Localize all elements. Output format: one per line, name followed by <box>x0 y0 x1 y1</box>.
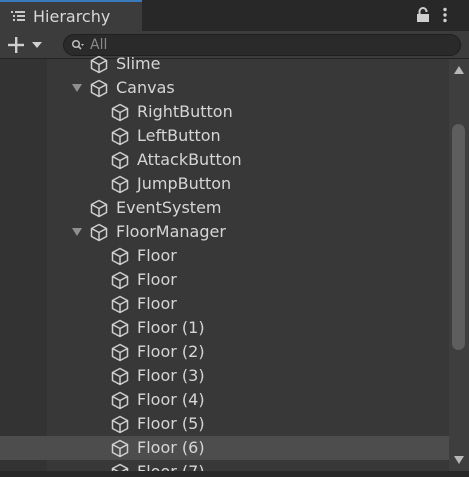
tree-item-label: EventSystem <box>116 198 222 217</box>
tree-item-label: Floor (6) <box>137 438 205 457</box>
tree-item-leftbutton[interactable]: LeftButton <box>0 124 449 148</box>
gameobject-cube-icon <box>90 55 108 74</box>
tree-item-floor-5[interactable]: Floor (5) <box>0 412 449 436</box>
tree-item-label: AttackButton <box>137 150 242 169</box>
scroll-down-arrow-icon[interactable] <box>454 456 464 464</box>
tree-item-label: RightButton <box>137 102 233 121</box>
tree-item-label: Canvas <box>116 78 175 97</box>
tree-item-rightbutton[interactable]: RightButton <box>0 100 449 124</box>
tree-item-label: Floor <box>137 270 177 289</box>
gameobject-cube-icon <box>111 463 129 471</box>
tree-item-floor-2[interactable]: Floor (2) <box>0 340 449 364</box>
tree-item-jumpbutton[interactable]: JumpButton <box>0 172 449 196</box>
hierarchy-tree: Slime Canvas RightButton LeftButton Atta… <box>0 52 449 471</box>
tree-item-label: Floor (5) <box>137 414 205 433</box>
gameobject-cube-icon <box>111 127 129 146</box>
tree-item-floor[interactable]: Floor <box>0 268 449 292</box>
gameobject-cube-icon <box>111 319 129 338</box>
tab-hierarchy[interactable]: Hierarchy <box>0 0 142 31</box>
lock-icon[interactable] <box>416 7 430 23</box>
gameobject-cube-icon <box>111 151 129 170</box>
hierarchy-window: Hierarchy All Slime Canvas RightButton L… <box>0 0 469 477</box>
gameobject-cube-icon <box>90 199 108 218</box>
expand-arrow-icon[interactable] <box>72 83 82 93</box>
gameobject-cube-icon <box>111 343 129 362</box>
tree-item-floor[interactable]: Floor <box>0 292 449 316</box>
tree-item-floormanager[interactable]: FloorManager <box>0 220 449 244</box>
tree-item-slime[interactable]: Slime <box>0 52 449 76</box>
tree-item-attackbutton[interactable]: AttackButton <box>0 148 449 172</box>
scroll-up-arrow-icon[interactable] <box>454 66 464 74</box>
tree-item-floor-7[interactable]: Floor (7) <box>0 460 449 471</box>
gameobject-cube-icon <box>90 223 108 242</box>
gameobject-cube-icon <box>111 439 129 458</box>
tree-item-label: Floor (3) <box>137 366 205 385</box>
tree-item-floor-1[interactable]: Floor (1) <box>0 316 449 340</box>
tree-item-label: Floor <box>137 294 177 313</box>
gameobject-cube-icon <box>111 415 129 434</box>
gameobject-cube-icon <box>111 271 129 290</box>
tree-item-label: LeftButton <box>137 126 221 145</box>
chevron-down-icon <box>32 42 42 48</box>
tree-item-eventsystem[interactable]: EventSystem <box>0 196 449 220</box>
tree-item-label: Floor (1) <box>137 318 205 337</box>
scrollbar-thumb[interactable] <box>452 124 465 350</box>
tree-item-label: FloorManager <box>116 222 226 241</box>
gameobject-cube-icon <box>111 175 129 194</box>
tree-item-label: Floor (7) <box>137 462 205 471</box>
tree-item-canvas[interactable]: Canvas <box>0 76 449 100</box>
vertical-scrollbar[interactable] <box>449 59 469 471</box>
tree-item-floor-4[interactable]: Floor (4) <box>0 388 449 412</box>
tab-bar: Hierarchy <box>0 0 469 31</box>
expand-arrow-icon[interactable] <box>72 227 82 237</box>
gameobject-cube-icon <box>111 295 129 314</box>
gameobject-cube-icon <box>111 391 129 410</box>
gameobject-cube-icon <box>111 367 129 386</box>
tree-item-floor-6[interactable]: Floor (6) <box>0 436 449 460</box>
window-bottom-edge <box>0 471 469 477</box>
gameobject-cube-icon <box>111 247 129 266</box>
tree-item-label: Floor <box>137 246 177 265</box>
gameobject-cube-icon <box>90 79 108 98</box>
tree-item-floor[interactable]: Floor <box>0 244 449 268</box>
tree-item-floor-3[interactable]: Floor (3) <box>0 364 449 388</box>
list-icon <box>11 11 25 21</box>
search-icon <box>71 39 84 50</box>
gameobject-cube-icon <box>111 103 129 122</box>
tree-item-label: Floor (2) <box>137 342 205 361</box>
kebab-menu-icon[interactable] <box>442 7 448 23</box>
tree-item-label: JumpButton <box>137 174 232 193</box>
tree-item-label: Slime <box>116 54 161 73</box>
tree-item-label: Floor (4) <box>137 390 205 409</box>
tab-title: Hierarchy <box>33 7 111 26</box>
